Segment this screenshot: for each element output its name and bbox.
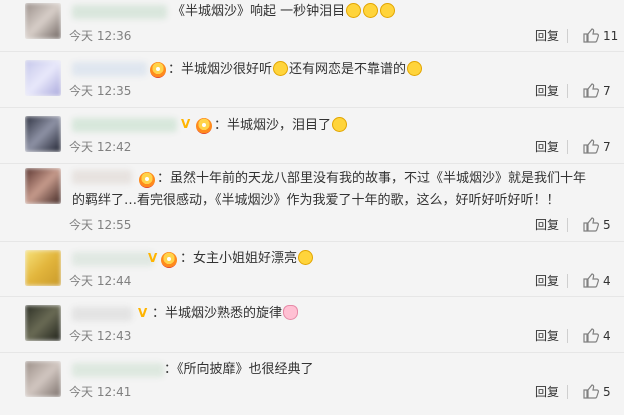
comment-text: ：半城烟沙，泪目了 xyxy=(214,115,348,137)
comment-text: 《半城烟沙》响起 一秒钟泪目 xyxy=(172,1,396,23)
thumbs-up-icon[interactable] xyxy=(583,83,599,98)
laughing-face-emoji xyxy=(407,61,423,76)
pig-face-emoji xyxy=(283,305,299,320)
comment-row: ：半城烟沙很好听 还有网恋是不靠谱的 今天 12:35 回复 7 xyxy=(0,52,624,108)
teary-face-emoji xyxy=(332,117,348,132)
divider xyxy=(567,218,568,232)
comment-text: ：虽然十年前的天龙八部里没有我的故事，不过《半城烟沙》就是我们十年的羁绊了…看完… xyxy=(72,168,624,212)
reply-button[interactable]: 回复 xyxy=(535,329,559,343)
divider xyxy=(567,274,568,288)
thumbs-up-icon[interactable] xyxy=(583,28,599,43)
comment-row: ：虽然十年前的天龙八部里没有我的故事，不过《半城烟沙》就是我们十年的羁绊了…看完… xyxy=(0,164,624,242)
reply-button[interactable]: 回复 xyxy=(535,140,559,154)
divider xyxy=(567,385,568,399)
reply-button[interactable]: 回复 xyxy=(535,84,559,98)
comment-time: 今天 12:55 xyxy=(69,218,132,232)
comment-row: ：《所向披靡》也很经典了 今天 12:41 回复 5 xyxy=(0,353,624,415)
avatar[interactable] xyxy=(25,168,61,204)
username-blurred[interactable] xyxy=(72,62,147,76)
thumbs-up-icon[interactable] xyxy=(583,273,599,288)
red-heart-emoji xyxy=(560,193,624,207)
thumbs-up-icon[interactable] xyxy=(583,139,599,154)
thumbs-up-icon[interactable] xyxy=(583,384,599,399)
comment-time: 今天 12:42 xyxy=(69,140,132,154)
avatar[interactable] xyxy=(25,116,61,152)
username-blurred[interactable] xyxy=(72,363,164,377)
reply-button[interactable]: 回复 xyxy=(535,218,559,232)
vip-badge-icon xyxy=(196,118,212,134)
divider xyxy=(567,140,568,154)
avatar[interactable] xyxy=(25,361,61,397)
reply-button[interactable]: 回复 xyxy=(535,274,559,288)
thumbs-up-icon[interactable] xyxy=(583,328,599,343)
divider xyxy=(567,29,568,43)
sad-face-emoji xyxy=(346,3,362,18)
username-blurred[interactable] xyxy=(72,252,154,266)
avatar[interactable] xyxy=(25,3,61,39)
verified-v-icon: V xyxy=(138,306,148,320)
sad-face-emoji xyxy=(363,3,379,18)
like-count: 5 xyxy=(603,218,611,232)
comment-time: 今天 12:43 xyxy=(69,329,132,343)
divider xyxy=(567,84,568,98)
comment-time: 今天 12:41 xyxy=(69,385,132,399)
comment-list: 《半城烟沙》响起 一秒钟泪目 今天 12:36 回复 11 ：半城烟沙很好听 还有… xyxy=(0,0,624,415)
avatar[interactable] xyxy=(25,250,61,286)
verified-v-icon: V xyxy=(181,117,191,131)
comment-time: 今天 12:35 xyxy=(69,84,132,98)
comment-text: ：半城烟沙很好听 还有网恋是不靠谱的 xyxy=(168,59,423,81)
comment-text: ：女主小姐姐好漂亮 xyxy=(180,248,314,270)
thumbs-up-icon[interactable] xyxy=(583,217,599,232)
username-blurred[interactable] xyxy=(72,307,132,321)
like-count: 7 xyxy=(603,140,611,154)
comment-time: 今天 12:36 xyxy=(69,29,132,43)
like-count: 4 xyxy=(603,274,611,288)
like-count: 5 xyxy=(603,385,611,399)
tiger-face-emoji xyxy=(298,250,314,265)
comment-text: ：半城烟沙熟悉的旋律 xyxy=(152,303,299,325)
comment-row: V ：半城烟沙熟悉的旋律 今天 12:43 回复 4 xyxy=(0,297,624,353)
comment-row: V ：半城烟沙，泪目了 今天 12:42 回复 7 xyxy=(0,108,624,164)
avatar[interactable] xyxy=(25,60,61,96)
like-count: 11 xyxy=(603,29,619,43)
vip-badge-icon xyxy=(161,252,177,268)
verified-v-icon: V xyxy=(148,251,158,265)
crying-face-emoji xyxy=(273,61,289,76)
reply-button[interactable]: 回复 xyxy=(535,29,559,43)
divider xyxy=(567,329,568,343)
sad-face-emoji xyxy=(380,3,396,18)
comment-time: 今天 12:44 xyxy=(69,274,132,288)
avatar[interactable] xyxy=(25,305,61,341)
reply-button[interactable]: 回复 xyxy=(535,385,559,399)
username-blurred[interactable] xyxy=(72,118,177,132)
comment-row: V ：女主小姐姐好漂亮 今天 12:44 回复 4 xyxy=(0,242,624,297)
comment-row: 《半城烟沙》响起 一秒钟泪目 今天 12:36 回复 11 xyxy=(0,0,624,52)
comment-text: ：《所向披靡》也很经典了 xyxy=(164,362,314,377)
username-blurred[interactable] xyxy=(72,5,167,19)
vip-badge-icon xyxy=(150,62,166,78)
like-count: 4 xyxy=(603,329,611,343)
like-count: 7 xyxy=(603,84,611,98)
